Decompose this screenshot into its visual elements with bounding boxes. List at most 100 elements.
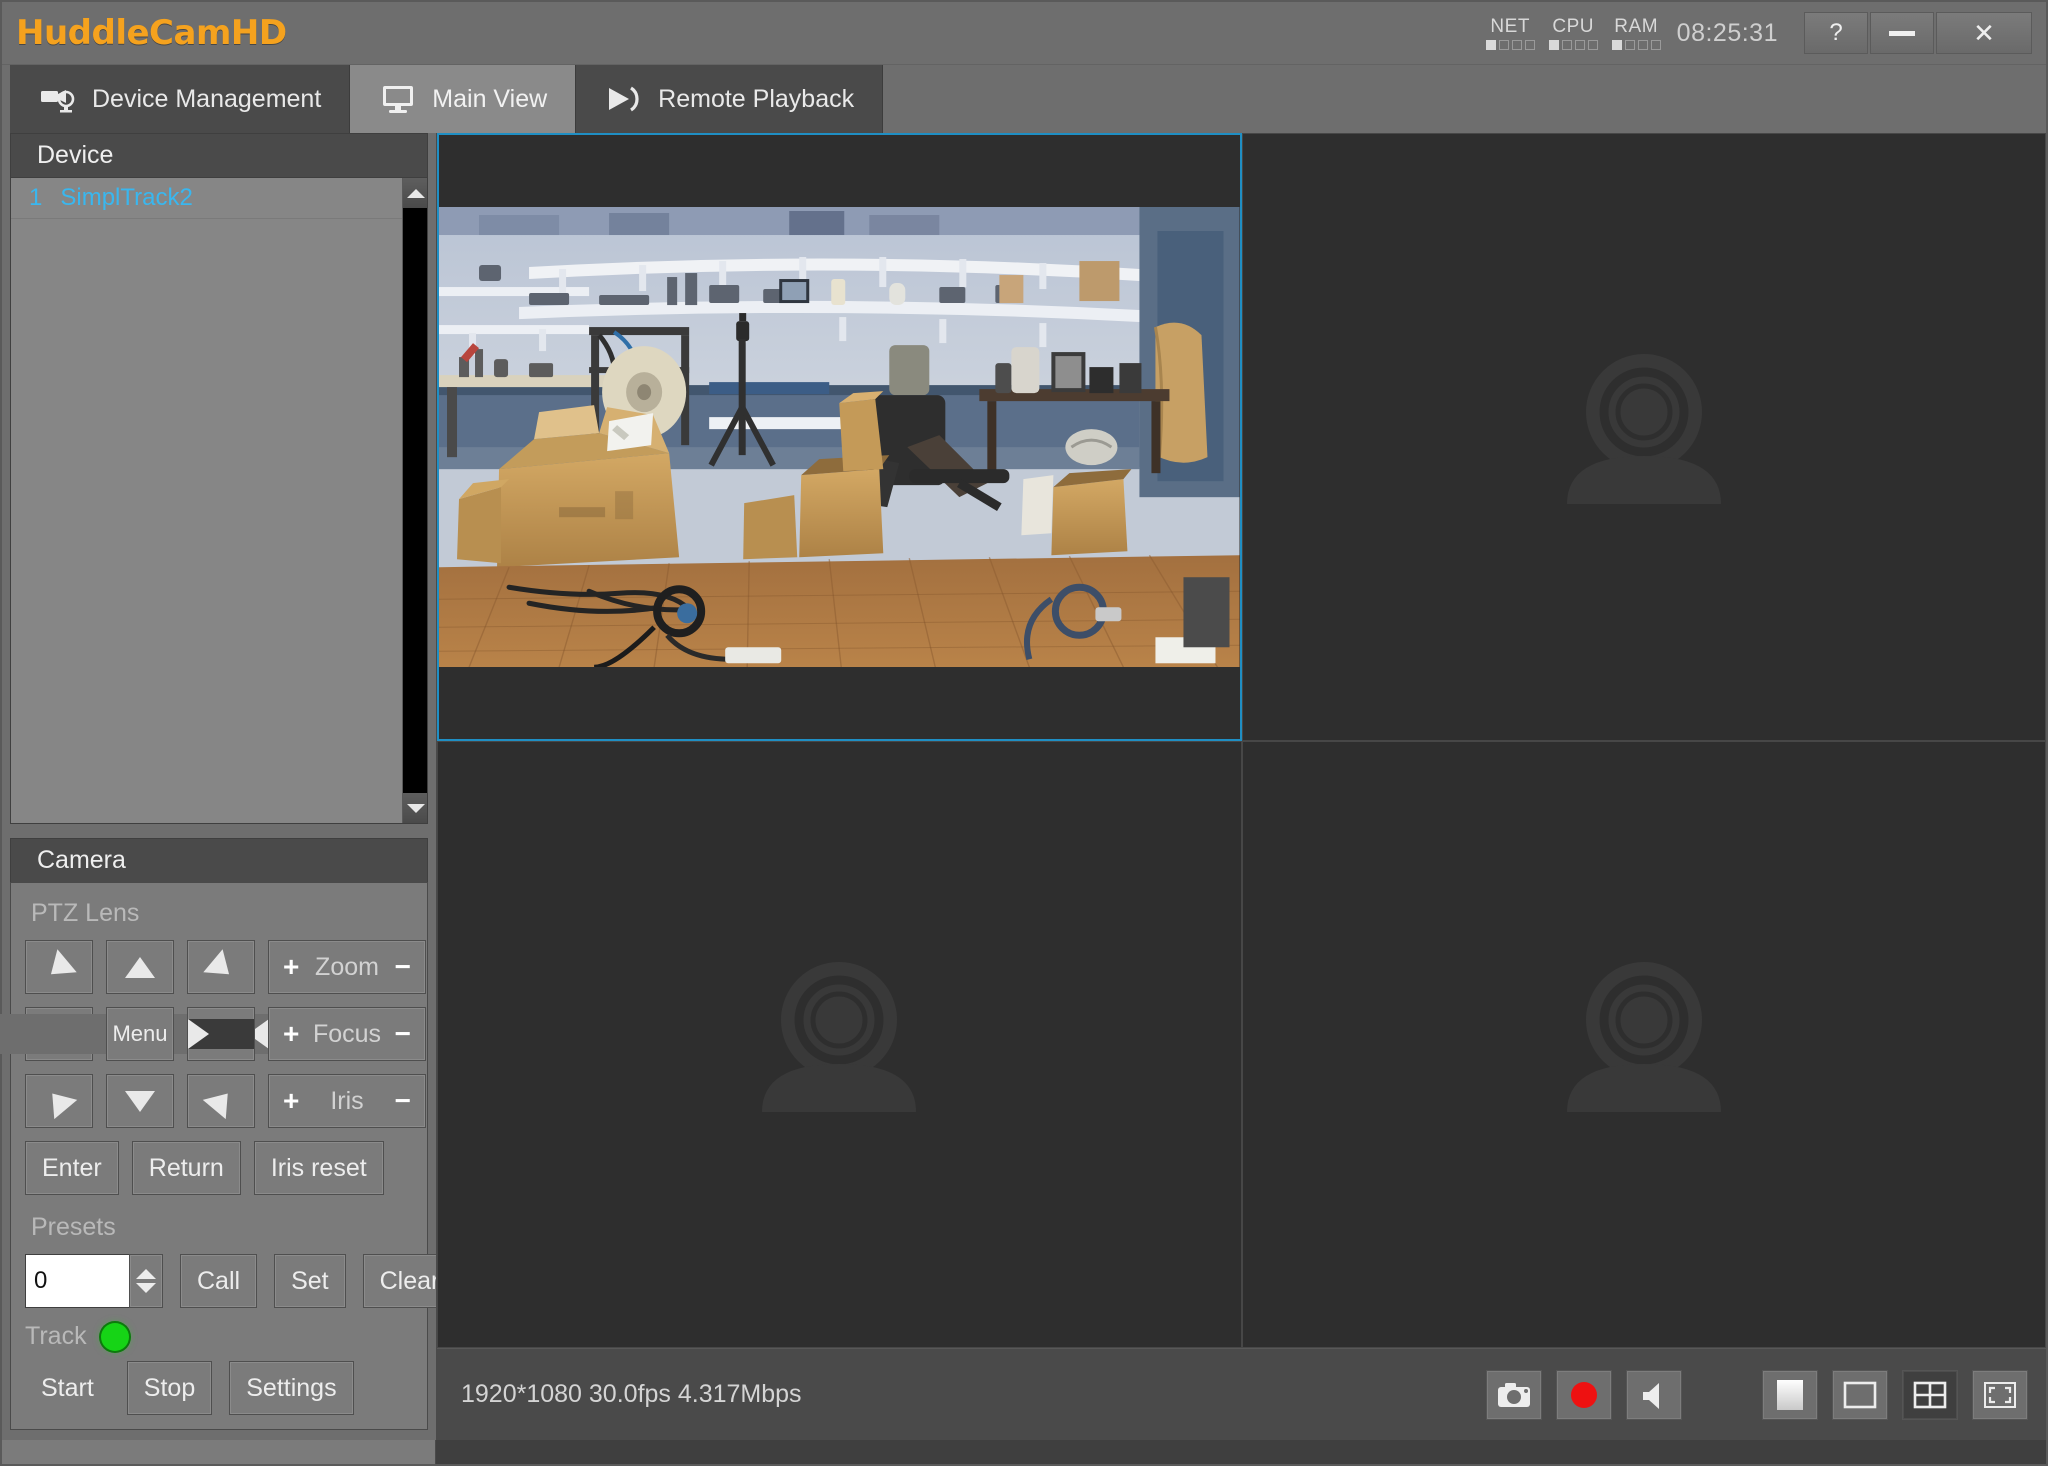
minimize-button[interactable] bbox=[1870, 12, 1934, 54]
device-list-scrollbar[interactable] bbox=[402, 178, 427, 823]
single-view-button[interactable] bbox=[1832, 1369, 1888, 1420]
device-list[interactable]: 1 SimplTrack2 bbox=[10, 177, 428, 824]
track-start-button[interactable]: Start bbox=[25, 1361, 110, 1415]
focus-label: Focus bbox=[312, 1019, 382, 1048]
pan-up-right-button[interactable] bbox=[187, 940, 255, 994]
video-cell-3[interactable] bbox=[437, 740, 1242, 1348]
stepper-down-icon[interactable] bbox=[136, 1283, 156, 1293]
pan-up-left-button[interactable] bbox=[25, 940, 93, 994]
help-button[interactable]: ? bbox=[1804, 12, 1868, 54]
record-icon bbox=[1571, 1381, 1597, 1408]
footer-left bbox=[2, 1440, 436, 1464]
meter-cell bbox=[1611, 40, 1622, 50]
meter-cell bbox=[1561, 40, 1572, 50]
track-settings-button[interactable]: Settings bbox=[229, 1361, 354, 1415]
zoom-control[interactable]: + Zoom − bbox=[268, 940, 426, 994]
set-preset-button[interactable]: Set bbox=[274, 1254, 346, 1308]
arrow-down-icon bbox=[125, 1090, 155, 1112]
iris-open-icon[interactable]: + bbox=[283, 1087, 299, 1115]
pan-down-button[interactable] bbox=[106, 1074, 174, 1128]
pan-down-left-button[interactable] bbox=[25, 1074, 93, 1128]
stop-all-button[interactable] bbox=[1762, 1369, 1818, 1420]
meter-cell bbox=[1524, 40, 1535, 50]
fullscreen-icon bbox=[1984, 1381, 2016, 1408]
quad-view-button[interactable] bbox=[1902, 1369, 1958, 1420]
track-row: Track bbox=[25, 1322, 413, 1351]
tab-main-view[interactable]: Main View bbox=[350, 65, 577, 133]
pan-left-button[interactable] bbox=[0, 1007, 276, 1061]
return-button[interactable]: Return bbox=[131, 1141, 241, 1195]
ram-meter-label: RAM bbox=[1614, 16, 1659, 37]
single-pane-icon bbox=[1843, 1381, 1877, 1408]
snapshot-button[interactable] bbox=[1486, 1369, 1542, 1420]
video-cell-4[interactable] bbox=[1241, 740, 2046, 1348]
meter-cell bbox=[1498, 40, 1509, 50]
bottom-toolbar: 1920*1080 30.0fps 4.317Mbps bbox=[437, 1348, 2046, 1440]
iris-control[interactable]: + Iris − bbox=[268, 1074, 426, 1128]
left-sidebar: Device 1 SimplTrack2 Camera PTZ Lens Men… bbox=[0, 133, 457, 1440]
tab-label: Remote Playback bbox=[658, 84, 855, 113]
focus-control[interactable]: + Focus − bbox=[268, 1007, 426, 1061]
tab-label: Device Management bbox=[92, 84, 322, 113]
arrow-down-left-icon bbox=[40, 1083, 78, 1119]
tab-remote-playback[interactable]: Remote Playback bbox=[576, 65, 884, 133]
tab-label: Main View bbox=[432, 84, 548, 113]
application-window: HuddleCamHD NET CPU RAM 08:25:31 ? ✕ Dev… bbox=[0, 0, 2048, 1466]
ptz-controls: Menu + Zoom − + Focus − + Iris − bbox=[0, 940, 426, 1128]
scroll-up-button[interactable] bbox=[403, 178, 427, 208]
device-index: 1 bbox=[29, 184, 43, 211]
track-stop-button[interactable]: Stop bbox=[126, 1361, 213, 1415]
close-button[interactable]: ✕ bbox=[1936, 12, 2032, 54]
title-bar: HuddleCamHD NET CPU RAM 08:25:31 ? ✕ bbox=[2, 2, 2046, 65]
zoom-out-icon[interactable]: − bbox=[395, 953, 411, 981]
video-camera-icon bbox=[38, 82, 78, 116]
scroll-down-button[interactable] bbox=[403, 793, 427, 823]
net-meter-label: NET bbox=[1490, 16, 1530, 37]
tab-device-management[interactable]: Device Management bbox=[10, 65, 351, 133]
speaker-icon bbox=[1643, 1382, 1659, 1409]
audio-button[interactable] bbox=[1626, 1369, 1682, 1420]
cpu-meter: CPU bbox=[1548, 16, 1598, 50]
preset-stepper[interactable] bbox=[25, 1254, 163, 1308]
camera-panel-body: PTZ Lens Menu + Zoom − + Focus − + Iris … bbox=[0, 882, 457, 1430]
arrow-up-icon bbox=[125, 956, 155, 978]
enter-button[interactable]: Enter bbox=[25, 1141, 119, 1195]
ptz-dpad: Menu bbox=[0, 940, 276, 1128]
chevron-up-icon bbox=[406, 188, 425, 198]
meter-cell bbox=[1574, 40, 1585, 50]
record-button[interactable] bbox=[1556, 1369, 1612, 1420]
pan-right-button[interactable] bbox=[187, 1007, 255, 1061]
iris-close-icon[interactable]: − bbox=[395, 1087, 411, 1115]
zoom-in-icon[interactable]: + bbox=[283, 953, 299, 981]
net-meter: NET bbox=[1485, 16, 1535, 50]
main-tab-bar: Device Management Main View Remote Playb… bbox=[2, 65, 2046, 133]
net-meter-bars bbox=[1485, 40, 1535, 50]
meter-cell bbox=[1511, 40, 1522, 50]
iris-label: Iris bbox=[330, 1086, 364, 1115]
device-panel-title: Device bbox=[10, 133, 428, 177]
meter-cell bbox=[1650, 40, 1661, 50]
video-cell-2[interactable] bbox=[1241, 133, 2046, 741]
monitor-icon bbox=[378, 82, 418, 116]
pan-up-button[interactable] bbox=[106, 940, 174, 994]
preset-number-input[interactable] bbox=[25, 1254, 129, 1308]
focus-in-icon[interactable]: + bbox=[283, 1020, 299, 1048]
fullscreen-button[interactable] bbox=[1972, 1369, 2028, 1420]
call-preset-button[interactable]: Call bbox=[180, 1254, 258, 1308]
ptz-camera-placeholder-icon bbox=[744, 952, 934, 1137]
iris-reset-button[interactable]: Iris reset bbox=[253, 1141, 384, 1195]
pan-down-right-button[interactable] bbox=[187, 1074, 255, 1128]
video-stream-1[interactable] bbox=[439, 135, 1240, 739]
arrow-up-right-icon bbox=[203, 948, 239, 986]
focus-out-icon[interactable]: − bbox=[395, 1020, 411, 1048]
arrow-down-right-icon bbox=[202, 1083, 240, 1119]
window-controls: ? ✕ bbox=[1804, 12, 2032, 54]
device-list-item[interactable]: 1 SimplTrack2 bbox=[11, 178, 427, 219]
video-cell-1[interactable] bbox=[437, 133, 1242, 741]
meter-cell bbox=[1485, 40, 1496, 50]
video-grid bbox=[437, 133, 2046, 1348]
stepper-up-icon[interactable] bbox=[136, 1269, 156, 1279]
menu-button[interactable]: Menu bbox=[106, 1007, 174, 1061]
preset-stepper-arrows[interactable] bbox=[129, 1254, 163, 1308]
arrow-up-left-icon bbox=[41, 948, 77, 986]
